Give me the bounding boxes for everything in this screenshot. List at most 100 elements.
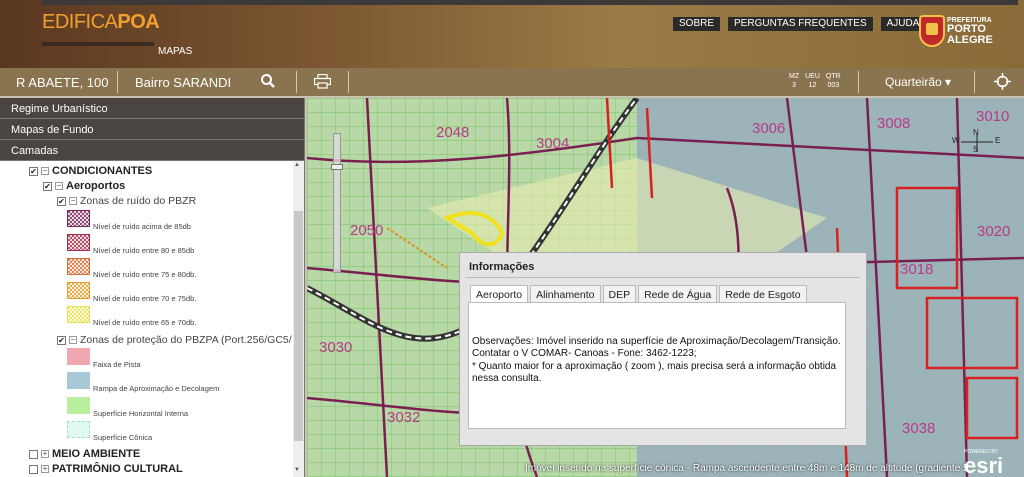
layer-checkbox[interactable]: ✔ bbox=[43, 181, 52, 191]
tab-dep[interactable]: DEP bbox=[602, 285, 637, 302]
legend-label: Superfície Horizontal Interna bbox=[93, 409, 189, 418]
lot-label: 3008 bbox=[877, 115, 911, 132]
legend-label: Rampa de Aproximação e Decolagem bbox=[93, 384, 220, 393]
scrollbar-thumb[interactable] bbox=[294, 211, 303, 441]
toolbar-divider bbox=[348, 71, 349, 93]
nav-sobre-button[interactable]: SOBRE bbox=[673, 17, 721, 31]
collapse-toggle-icon[interactable]: − bbox=[69, 197, 77, 205]
search-icon[interactable] bbox=[260, 73, 276, 92]
legend-label: Nível de ruído entre 70 e 75db. bbox=[93, 294, 197, 303]
app-header: EDIFICAPOA MAPAS SOBRE PERGUNTAS FREQUEN… bbox=[0, 0, 1024, 68]
search-toolbar: R ABAETE, 100 Bairro SARANDI MZ 3 UEU 12 Q… bbox=[0, 68, 1024, 96]
expand-toggle-icon[interactable]: + bbox=[41, 465, 49, 473]
toolbar-divider bbox=[296, 71, 297, 93]
layer-tree-scrollbar[interactable]: ▲ ▼ bbox=[293, 161, 304, 477]
collapse-toggle-icon[interactable]: − bbox=[41, 167, 49, 175]
legend-swatch-faixa-pista bbox=[67, 348, 90, 365]
toolbar-divider bbox=[974, 71, 975, 93]
legend-swatch-conica bbox=[67, 421, 90, 438]
layer-checkbox[interactable]: ✔ bbox=[57, 335, 66, 345]
legend-swatch-noise-65 bbox=[67, 306, 90, 323]
layer-patrimonio[interactable]: + PATRIMÔNIO CULTURAL bbox=[29, 463, 183, 475]
legend-swatch-noise-80 bbox=[67, 234, 90, 251]
popup-content: Observações: Imóvel inserido na superfíc… bbox=[468, 302, 846, 429]
lot-label: 3032 bbox=[387, 409, 421, 426]
print-icon[interactable] bbox=[313, 73, 332, 92]
scroll-down-icon[interactable]: ▼ bbox=[294, 467, 300, 473]
layer-checkbox[interactable]: ✔ bbox=[29, 166, 38, 176]
layer-tree: ✔ − CONDICIONANTES ✔ − Aeroportos ✔ − Zo… bbox=[0, 161, 292, 477]
collapse-toggle-icon[interactable]: − bbox=[69, 336, 77, 344]
layer-checkbox[interactable] bbox=[29, 464, 38, 474]
layer-checkbox[interactable]: ✔ bbox=[57, 196, 66, 206]
popup-title: Informações bbox=[469, 261, 535, 273]
accordion-camadas[interactable]: Camadas bbox=[0, 140, 304, 161]
legend-swatch-noise-75 bbox=[67, 258, 90, 275]
legend-label: Nível de ruído acima de 85db bbox=[93, 222, 191, 231]
popup-divider bbox=[466, 277, 860, 278]
logo-text-part2: POA bbox=[117, 11, 160, 33]
app-subtitle: MAPAS bbox=[158, 46, 193, 57]
layer-meio-ambiente[interactable]: + MEIO AMBIENTE bbox=[29, 448, 140, 460]
logo-text-part1: EDIFICA bbox=[42, 11, 118, 33]
layer-zonas-ruido[interactable]: ✔ − Zonas de ruído do PBZR bbox=[57, 195, 196, 207]
tab-rede-agua[interactable]: Rede de Água bbox=[638, 285, 718, 302]
layer-zonas-protecao[interactable]: ✔ − Zonas de proteção do PBZPA (Port.256… bbox=[57, 334, 292, 346]
layer-checkbox[interactable] bbox=[29, 449, 38, 459]
layer-label: Zonas de proteção do PBZPA (Port.256/GC5… bbox=[80, 334, 292, 346]
popup-tabs: Aeroporto Alinhamento DEP Rede de Água R… bbox=[470, 285, 807, 302]
tab-rede-esgoto[interactable]: Rede de Esgoto bbox=[719, 285, 807, 302]
code-ueu: UEU 12 bbox=[805, 73, 820, 89]
lot-label: 3004 bbox=[536, 135, 570, 152]
tab-alinhamento[interactable]: Alinhamento bbox=[530, 285, 601, 302]
layer-condicionantes[interactable]: ✔ − CONDICIONANTES bbox=[29, 165, 152, 177]
legend-swatch-noise-70 bbox=[67, 282, 90, 299]
city-brand: PREFEITURA PORTO ALEGRE bbox=[947, 17, 993, 46]
zoning-codes: MZ 3 UEU 12 QTR 003 bbox=[789, 72, 841, 90]
lot-label: 2050 bbox=[350, 222, 384, 239]
lot-label: 3010 bbox=[976, 108, 1010, 125]
lot-label: 3038 bbox=[902, 420, 936, 437]
toolbar-divider bbox=[858, 71, 859, 93]
lot-label: 3020 bbox=[977, 223, 1011, 240]
toolbar-divider bbox=[117, 71, 118, 93]
layer-label: CONDICIONANTES bbox=[52, 165, 153, 177]
popup-observacoes: Observações: Imóvel inserido na superfíc… bbox=[472, 336, 841, 359]
city-crest-icon bbox=[919, 15, 945, 47]
layers-panel: Regime Urbanístico Mapas de Fundo Camada… bbox=[0, 98, 305, 477]
scope-dropdown[interactable]: Quarteirão ▾ bbox=[885, 75, 951, 89]
zoom-slider-knob[interactable] bbox=[331, 164, 343, 170]
lot-label: 2048 bbox=[436, 124, 470, 141]
esri-logo: POWERED BY esri bbox=[964, 449, 1004, 477]
zoom-slider[interactable] bbox=[331, 133, 343, 273]
logo-underline bbox=[42, 42, 154, 46]
layer-label: Aeroportos bbox=[66, 180, 126, 192]
nav-faq-button[interactable]: PERGUNTAS FREQUENTES bbox=[728, 17, 873, 31]
locate-crosshair-icon[interactable] bbox=[994, 73, 1011, 93]
lot-label: 3030 bbox=[319, 339, 353, 356]
app-logo[interactable]: EDIFICAPOA bbox=[42, 11, 160, 34]
layer-label: MEIO AMBIENTE bbox=[52, 448, 141, 460]
code-qtr: QTR 003 bbox=[825, 73, 841, 89]
info-popup: Informações Aeroporto Alinhamento DEP Re… bbox=[459, 252, 867, 446]
legend-label: Nível de ruído entre 80 e 85db bbox=[93, 246, 195, 255]
legend-label: Faixa de Pista bbox=[93, 360, 141, 369]
accordion-mapas-de-fundo[interactable]: Mapas de Fundo bbox=[0, 119, 304, 140]
legend-swatch-noise-85 bbox=[67, 210, 90, 227]
tab-aeroporto[interactable]: Aeroporto bbox=[470, 285, 529, 302]
expand-toggle-icon[interactable]: + bbox=[41, 450, 49, 458]
accordion-regime-urbanistico[interactable]: Regime Urbanístico bbox=[0, 98, 304, 119]
map-status-text: Imóvel inserido na superfície cônica - R… bbox=[525, 463, 977, 474]
code-mz: MZ 3 bbox=[789, 73, 800, 89]
scroll-up-icon[interactable]: ▲ bbox=[294, 162, 300, 168]
neighborhood-field[interactable]: Bairro SARANDI bbox=[135, 75, 231, 90]
brand-line3: ALEGRE bbox=[947, 34, 993, 46]
header-top-bar bbox=[42, 0, 1018, 5]
lot-label: 3006 bbox=[752, 120, 786, 137]
legend-label: Nível de ruído entre 75 e 80db. bbox=[93, 270, 197, 279]
legend-label: Nível de ruído entre 65 e 70db. bbox=[93, 318, 197, 327]
collapse-toggle-icon[interactable]: − bbox=[55, 182, 63, 190]
layer-label: PATRIMÔNIO CULTURAL bbox=[52, 463, 183, 475]
address-field[interactable]: R ABAETE, 100 bbox=[16, 75, 109, 90]
layer-aeroportos[interactable]: ✔ − Aeroportos bbox=[43, 180, 125, 192]
